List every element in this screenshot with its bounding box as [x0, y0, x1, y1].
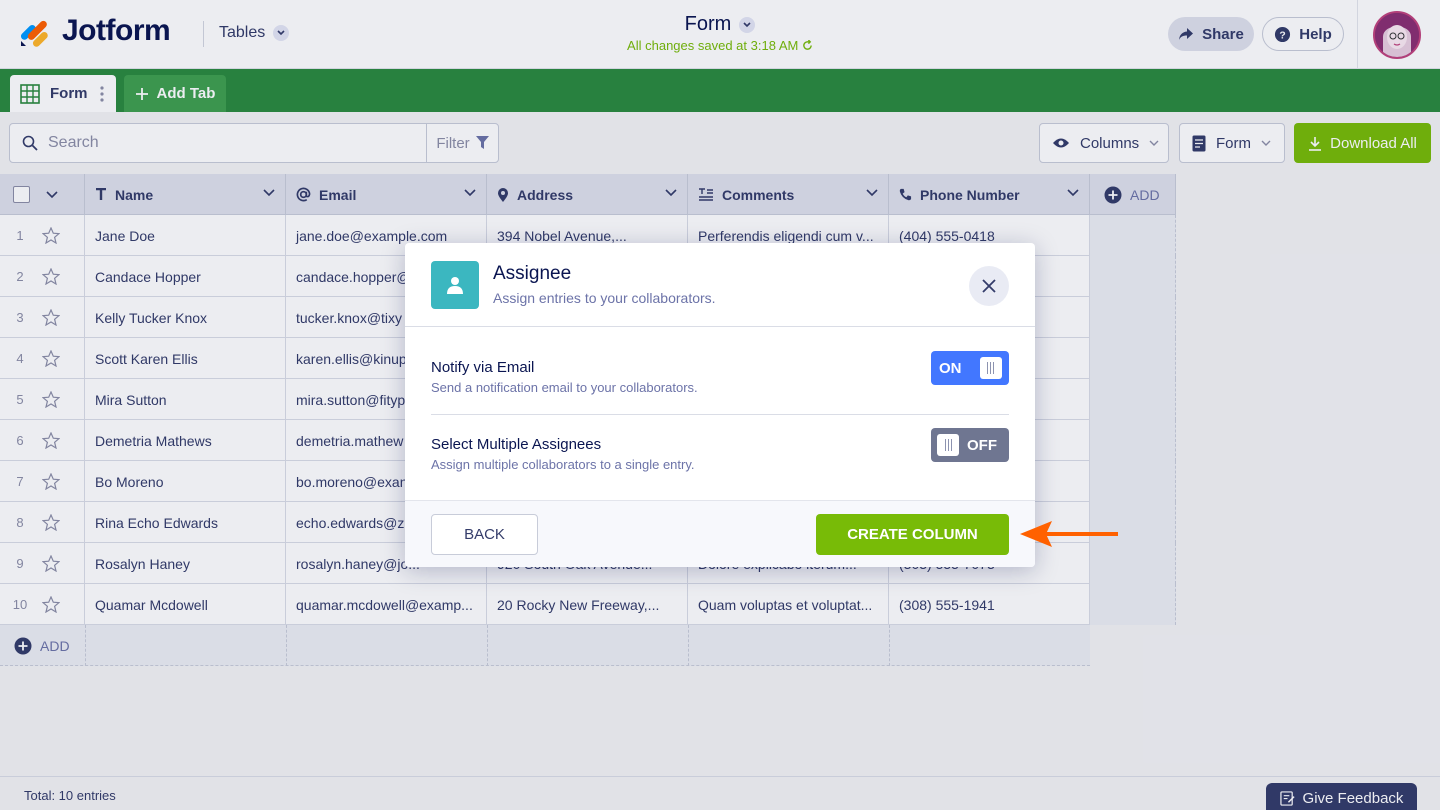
- back-button[interactable]: BACK: [431, 514, 538, 555]
- notify-email-toggle[interactable]: ON: [931, 351, 1009, 385]
- toggle-knob: [937, 434, 959, 456]
- modal-header: Assignee Assign entries to your collabor…: [405, 243, 1035, 327]
- option-divider: [431, 414, 1009, 415]
- option-title: Notify via Email: [431, 359, 535, 376]
- option-description: Assign multiple collaborators to a singl…: [431, 457, 695, 472]
- notify-email-option: Notify via Email Send a notification ema…: [431, 351, 1009, 435]
- orange-arrow-annotation-icon: [1020, 521, 1118, 547]
- close-modal-button[interactable]: [969, 266, 1009, 306]
- option-title: Select Multiple Assignees: [431, 436, 602, 453]
- toggle-state-label: ON: [939, 359, 962, 377]
- assignee-user-icon: [431, 261, 479, 309]
- modal-title: Assignee: [493, 263, 572, 284]
- option-description: Send a notification email to your collab…: [431, 380, 698, 395]
- modal-subtitle: Assign entries to your collaborators.: [493, 290, 716, 306]
- toggle-knob: [979, 357, 1002, 379]
- toggle-state-label: OFF: [967, 436, 997, 454]
- create-column-button[interactable]: CREATE COLUMN: [816, 514, 1009, 555]
- assignee-modal: Assignee Assign entries to your collabor…: [405, 243, 1035, 567]
- modal-footer: BACK CREATE COLUMN: [405, 500, 1035, 567]
- multiple-assignees-toggle[interactable]: OFF: [931, 428, 1009, 462]
- close-icon: [982, 279, 996, 293]
